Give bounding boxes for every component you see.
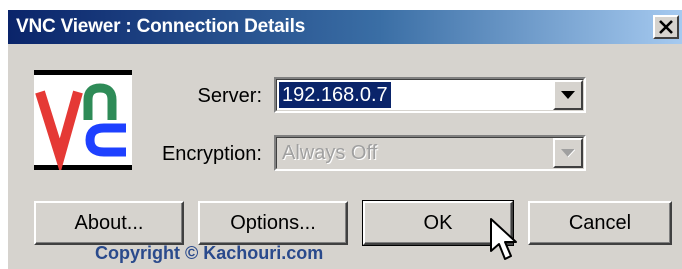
chevron-down-icon <box>561 91 575 99</box>
about-button[interactable]: About... <box>34 201 184 245</box>
options-button[interactable]: Options... <box>198 201 348 245</box>
mouse-pointer-icon <box>490 218 517 260</box>
copyright-watermark: Copyright © Kachouri.com <box>95 243 324 263</box>
encryption-dropdown-button <box>553 138 583 168</box>
server-input[interactable]: 192.168.0.7 <box>279 82 391 108</box>
encryption-label: Encryption: <box>161 143 262 165</box>
close-button[interactable] <box>653 15 679 39</box>
encryption-combobox: Always Off <box>274 135 586 171</box>
title-bar[interactable]: VNC Viewer : Connection Details <box>8 10 682 44</box>
close-icon <box>659 20 673 34</box>
vnc-logo-icon <box>34 70 132 170</box>
encryption-value: Always Off <box>282 142 378 164</box>
server-combobox[interactable]: 192.168.0.7 <box>274 77 586 113</box>
cancel-button[interactable]: Cancel <box>528 201 672 245</box>
server-dropdown-button[interactable] <box>553 80 583 110</box>
window-title: VNC Viewer : Connection Details <box>16 16 306 37</box>
connection-details-dialog: VNC Viewer : Connection Details Server: … <box>7 9 682 269</box>
server-label: Server: <box>197 85 262 107</box>
chevron-down-icon <box>561 148 575 157</box>
